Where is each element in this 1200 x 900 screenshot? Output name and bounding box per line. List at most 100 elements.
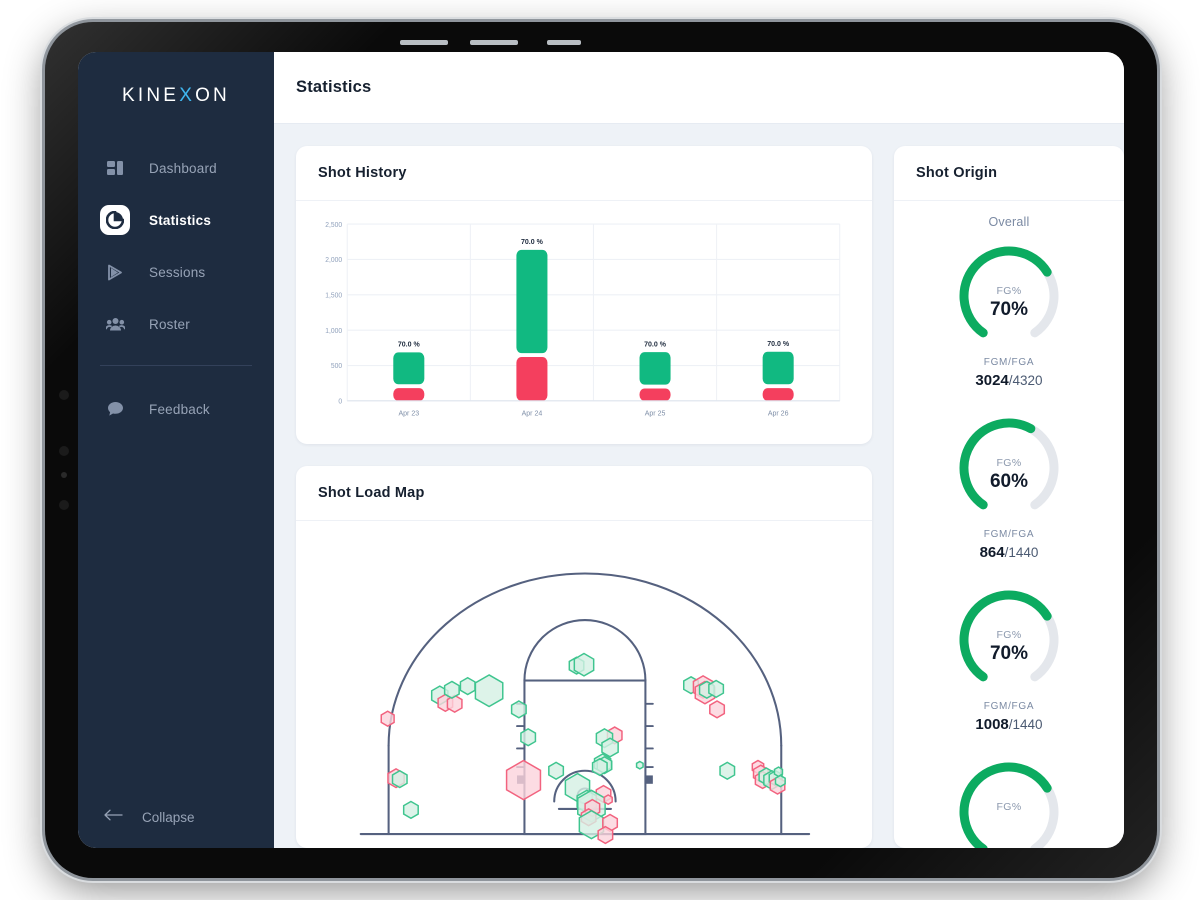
volume-down-button[interactable]: [470, 40, 518, 45]
x-axis-tick: Apr 24: [522, 408, 543, 417]
gauge-dial: FG%: [950, 755, 1068, 848]
gauge-made-count: 1008: [975, 716, 1009, 733]
collapse-sidebar-button[interactable]: Collapse: [78, 808, 274, 826]
sidebar-item-statistics[interactable]: Statistics: [78, 197, 274, 243]
gauge-value-arc: [959, 246, 1052, 338]
sidebar-divider: [100, 365, 252, 366]
card-title: Shot Load Map: [318, 485, 425, 501]
shot-marker-missed: [505, 759, 542, 801]
sidebar-item-dashboard[interactable]: Dashboard: [78, 145, 274, 191]
shot-marker-made: [391, 769, 408, 789]
sidebar-nav: Dashboard Statistics Sessions Roster Fee…: [78, 145, 274, 438]
card-title: Shot History: [318, 165, 407, 181]
shot-marker-made: [402, 800, 419, 820]
shot-history-chart[interactable]: 0 500 1,000 1,500 2,000 2,500 70.0 % Apr 23 70.0…: [296, 201, 872, 444]
gauge-block: FG% 60% FGM/FGA 864/1440: [894, 411, 1124, 561]
content-left-column: Shot History 0 500 1,000 1,500 2,000 2,500 70.…: [296, 146, 872, 848]
gauge-attempt-count: /4320: [1008, 373, 1043, 388]
sidebar-item-label: Feedback: [149, 401, 210, 417]
gauge-dial: FG% 70%: [950, 583, 1068, 695]
bar-segment-missed: [762, 388, 794, 401]
sidebar-item-label: Roster: [149, 316, 190, 332]
gauge-block: FG%: [894, 755, 1124, 848]
shot-marker-missed: [597, 825, 614, 845]
content-right-column: Shot Origin Overall FG% 70% FGM/FGA 3024/432…: [894, 146, 1124, 848]
gauge-ratio-value: 864/1440: [980, 544, 1039, 561]
bar-segment-made: [762, 351, 794, 385]
volume-up-button[interactable]: [400, 40, 448, 45]
shot-marker-made: [573, 652, 595, 677]
y-axis-tick: 1,500: [325, 292, 342, 299]
shot-load-map-chart[interactable]: [296, 521, 872, 848]
shot-marker-missed: [709, 700, 726, 719]
bar-data-label: 70.0 %: [521, 237, 543, 246]
sidebar-item-sessions[interactable]: Sessions: [78, 249, 274, 295]
gauge-dial: FG% 60%: [950, 411, 1068, 523]
bar-segment-missed: [516, 357, 548, 401]
shot-marker-made: [774, 774, 786, 788]
logo-text-post: ON: [195, 85, 230, 106]
y-axis-tick: 0: [338, 398, 342, 405]
y-axis-tick: 2,500: [325, 222, 342, 229]
gauge-block: Overall FG% 70% FGM/FGA 3024/4320: [894, 215, 1124, 389]
shot-marker-made: [773, 766, 784, 778]
speaker-dot: [59, 390, 69, 400]
gauge-overall-label: Overall: [988, 215, 1030, 229]
sidebar: KINEXON Dashboard Statistics Sessions Ro…: [78, 52, 274, 848]
main-area: Statistics Shot History 0 500 1,000 1,500 2,…: [274, 52, 1124, 848]
shot-marker-made: [708, 679, 725, 699]
sidebar-item-feedback[interactable]: Feedback: [78, 386, 274, 432]
y-axis-tick: 2,000: [325, 257, 342, 264]
shot-marker-made: [520, 728, 537, 747]
bar-segment-missed: [393, 388, 425, 401]
shot-marker-made: [601, 737, 619, 758]
card-header: Shot Load Map: [296, 466, 872, 521]
bar-chart-svg: 0 500 1,000 1,500 2,000 2,500 70.0 % Apr 23 70.0…: [325, 222, 841, 418]
gauge-ratio-label: FGM/FGA: [983, 701, 1035, 712]
speech-bubble-icon: [100, 394, 130, 424]
shot-marker-missed: [446, 694, 463, 714]
x-axis-tick: Apr 26: [768, 408, 789, 417]
bar-data-label: 70.0 %: [644, 339, 666, 348]
card-header: Shot History: [296, 146, 872, 201]
dashboard-grid-icon: [100, 153, 130, 183]
gauge-value-arc: [959, 418, 1036, 510]
gauge-ratio-label: FGM/FGA: [983, 529, 1035, 540]
topbar: Statistics: [274, 52, 1124, 124]
power-button[interactable]: [547, 40, 581, 45]
sidebar-item-roster[interactable]: Roster: [78, 301, 274, 347]
basketball-court-svg: [359, 572, 811, 845]
shot-marker-made: [474, 674, 504, 708]
gauge-ratio-label: FGM/FGA: [983, 357, 1035, 368]
shot-marker-made: [635, 760, 644, 770]
app-screen: KINEXON Dashboard Statistics Sessions Ro…: [78, 52, 1124, 848]
shot-marker-missed: [380, 710, 395, 727]
speaker-dot: [59, 500, 69, 510]
bar-segment-made: [639, 352, 671, 385]
shot-markers: [380, 652, 786, 845]
card-title: Shot Origin: [916, 165, 998, 181]
gauge-attempt-count: /1440: [1004, 545, 1039, 560]
gauge-made-count: 3024: [975, 372, 1009, 389]
tablet-device-frame: KINEXON Dashboard Statistics Sessions Ro…: [45, 22, 1157, 878]
gauge-list[interactable]: Overall FG% 70% FGM/FGA 3024/4320 FG% 60% FGM/F…: [894, 201, 1124, 848]
gauge-ratio-value: 3024/4320: [975, 372, 1042, 389]
logo-text-pre: KINE: [122, 85, 180, 106]
speaker-dot: [59, 446, 69, 456]
arrow-left-icon: [104, 808, 123, 826]
shot-load-map-card: Shot Load Map: [296, 466, 872, 848]
y-axis-tick: 1,000: [325, 328, 342, 335]
gauge-dial: FG% 70%: [950, 239, 1068, 351]
x-axis-tick: Apr 23: [398, 408, 419, 417]
shot-marker-made: [719, 761, 736, 781]
shot-origin-card: Shot Origin Overall FG% 70% FGM/FGA 3024/432…: [894, 146, 1124, 848]
bar-segment-made: [516, 249, 548, 354]
gauge-attempt-count: /1440: [1008, 717, 1043, 732]
sidebar-item-label: Statistics: [149, 212, 212, 228]
page-title: Statistics: [296, 78, 372, 96]
shot-marker-missed: [603, 794, 613, 806]
gauge-made-count: 864: [979, 544, 1005, 561]
shot-history-card: Shot History 0 500 1,000 1,500 2,000 2,500 70.…: [296, 146, 872, 444]
play-triangle-icon: [100, 257, 130, 287]
collapse-label: Collapse: [142, 809, 195, 825]
